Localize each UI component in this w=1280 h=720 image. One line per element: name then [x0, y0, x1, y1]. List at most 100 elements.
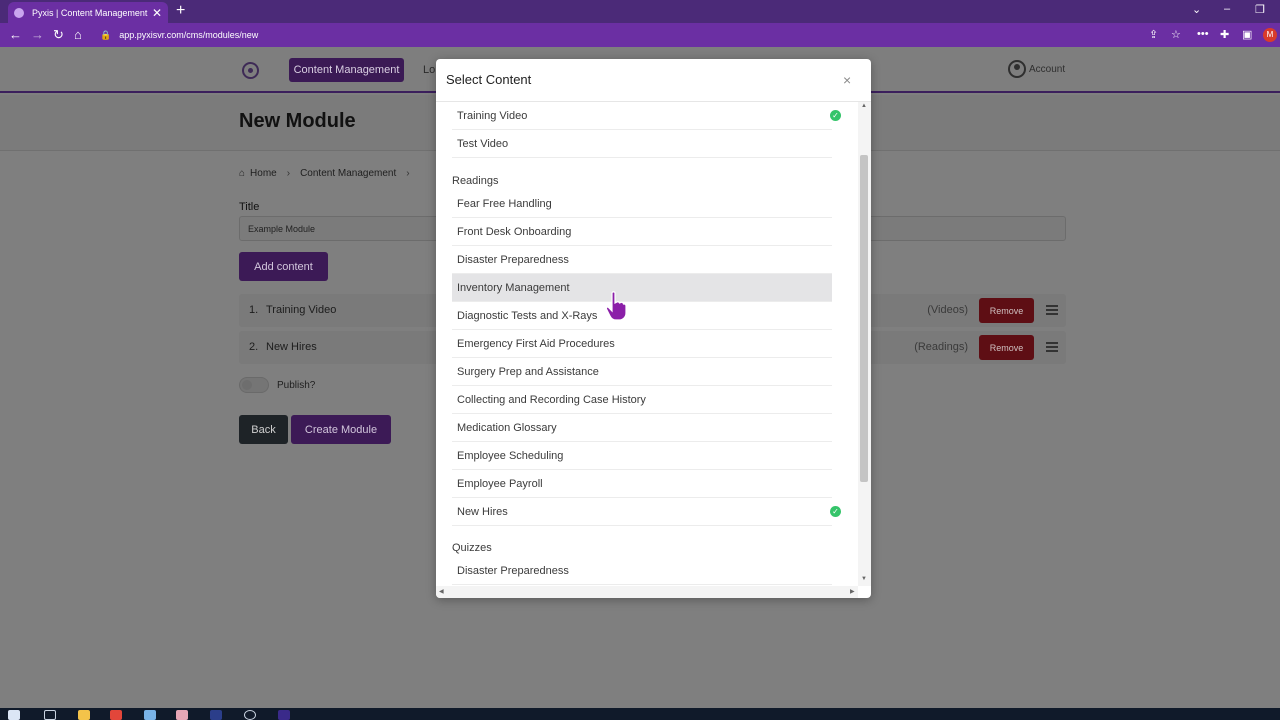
group-heading-readings: Readings — [452, 175, 499, 187]
row-type: (Videos) — [927, 304, 968, 316]
item-label: Diagnostic Tests and X-Rays — [457, 310, 598, 322]
list-item[interactable]: Front Desk Onboarding — [452, 218, 832, 246]
url-text: app.pyxisvr.com/cms/modules/new — [119, 30, 259, 40]
item-label: Inventory Management — [457, 282, 570, 294]
list-item[interactable]: Disaster Preparedness — [452, 557, 832, 585]
scroll-right-icon[interactable]: ▶ — [850, 588, 855, 595]
chevron-down-icon[interactable]: ⌄ — [1192, 3, 1201, 16]
row-name: New Hires — [266, 341, 317, 353]
new-tab-button[interactable]: + — [176, 2, 185, 20]
browser-tab-bar: Pyxis | Content Management | M ✕ + ⌄ – ❐ — [0, 0, 1280, 23]
row-number: 2. — [249, 341, 259, 353]
chrome-icon[interactable] — [110, 710, 122, 720]
home-icon: ⌂ — [239, 168, 246, 179]
check-icon: ✓ — [830, 110, 841, 121]
item-label: Fear Free Handling — [457, 198, 552, 210]
share-icon[interactable]: ⇪ — [1149, 28, 1158, 41]
app-icon[interactable] — [144, 710, 156, 720]
scroll-thumb[interactable] — [860, 155, 868, 482]
row-number: 1. — [249, 304, 259, 316]
account-icon — [1008, 60, 1026, 78]
item-label: Training Video — [457, 110, 528, 122]
list-item[interactable]: New Hires ✓ — [452, 498, 841, 526]
restore-icon[interactable]: ❐ — [1255, 3, 1265, 16]
close-tab-icon[interactable]: ✕ — [152, 6, 162, 20]
sidebar-icon[interactable]: ▣ — [1242, 28, 1252, 41]
item-label: Medication Glossary — [457, 422, 557, 434]
account-menu[interactable]: Account — [1008, 60, 1065, 78]
url-field[interactable]: 🔒 app.pyxisvr.com/cms/modules/new — [100, 27, 1132, 43]
list-item[interactable]: Medication Glossary — [452, 414, 832, 442]
row-type: (Readings) — [914, 341, 968, 353]
content-list: Training Video ✓ Test Video Readings Fea… — [436, 102, 858, 586]
item-label: Surgery Prep and Assistance — [457, 366, 599, 378]
windows-start-icon[interactable] — [8, 710, 20, 720]
minimize-icon[interactable]: – — [1224, 3, 1230, 15]
item-label: Test Video — [457, 138, 509, 150]
search-icon[interactable] — [44, 710, 56, 720]
list-item[interactable]: Emergency First Aid Procedures — [452, 330, 832, 358]
remove-button[interactable]: Remove — [979, 298, 1034, 323]
tab-title: Pyxis | Content Management | M — [32, 7, 148, 18]
profile-avatar[interactable]: M — [1263, 28, 1277, 42]
account-label: Account — [1029, 63, 1066, 75]
chevron-right-icon: › — [406, 168, 410, 179]
remove-button[interactable]: Remove — [979, 335, 1034, 360]
star-icon[interactable]: ☆ — [1171, 28, 1181, 41]
reload-icon[interactable]: ↻ — [53, 27, 64, 43]
check-icon: ✓ — [830, 506, 841, 517]
lock-icon: 🔒 — [100, 29, 112, 40]
scroll-up-icon[interactable]: ▲ — [861, 103, 867, 109]
list-item[interactable]: Inventory Management — [452, 274, 832, 302]
logo-icon[interactable] — [242, 62, 259, 79]
nav-content-management[interactable]: Content Management — [289, 58, 404, 82]
group-heading-quizzes: Quizzes — [452, 542, 492, 554]
favicon-icon — [14, 7, 24, 18]
puzzle-icon[interactable]: ✚ — [1220, 28, 1229, 41]
home-icon[interactable]: ⌂ — [74, 27, 82, 43]
page-title: New Module — [239, 110, 356, 132]
back-button[interactable]: Back — [239, 415, 288, 444]
list-item[interactable]: Employee Payroll — [452, 470, 832, 498]
list-item[interactable]: Training Video ✓ — [452, 102, 841, 130]
chevron-right-icon: › — [286, 168, 291, 179]
app-icon[interactable] — [244, 710, 256, 720]
list-item[interactable]: Collecting and Recording Case History — [452, 386, 832, 414]
add-content-button[interactable]: Add content — [239, 252, 328, 281]
title-label: Title — [239, 201, 260, 213]
item-label: New Hires — [457, 506, 508, 518]
list-item[interactable]: Diagnostic Tests and X-Rays — [452, 302, 832, 330]
nav-link[interactable]: Lo — [423, 64, 435, 76]
forward-arrow-icon[interactable]: → — [31, 27, 44, 43]
item-label: Disaster Preparedness — [457, 254, 569, 266]
list-item[interactable]: Surgery Prep and Assistance — [452, 358, 832, 386]
app-icon[interactable] — [278, 710, 290, 720]
list-item[interactable]: Employee Scheduling — [452, 442, 832, 470]
create-module-button[interactable]: Create Module — [291, 415, 391, 444]
hand-cursor-icon — [605, 291, 627, 321]
list-item[interactable]: Disaster Preparedness — [452, 246, 832, 274]
item-label: Collecting and Recording Case History — [457, 394, 646, 406]
horizontal-scrollbar[interactable]: ◀ ▶ — [436, 586, 858, 598]
close-icon[interactable]: × — [843, 72, 851, 88]
list-item[interactable]: Test Video — [452, 130, 832, 158]
breadcrumb-content-management[interactable]: Content Management — [300, 168, 396, 179]
app-icon[interactable] — [210, 710, 222, 720]
row-name: Training Video — [266, 304, 337, 316]
publish-toggle[interactable] — [239, 377, 269, 393]
address-bar: ← → ↻ ⌂ 🔒 app.pyxisvr.com/cms/modules/ne… — [0, 23, 1280, 47]
browser-tab[interactable]: Pyxis | Content Management | M ✕ — [8, 2, 168, 23]
taskbar — [0, 708, 1280, 720]
drag-handle-icon[interactable] — [1046, 305, 1058, 315]
vertical-scrollbar[interactable]: ▲ ▼ — [858, 102, 871, 586]
scroll-left-icon[interactable]: ◀ — [439, 588, 444, 595]
drag-handle-icon[interactable] — [1046, 342, 1058, 352]
scroll-down-icon[interactable]: ▼ — [861, 576, 867, 582]
back-arrow-icon[interactable]: ← — [9, 27, 22, 43]
breadcrumb-home[interactable]: Home — [250, 168, 277, 179]
modal-title: Select Content — [446, 72, 532, 87]
file-explorer-icon[interactable] — [78, 710, 90, 720]
list-item[interactable]: Fear Free Handling — [452, 190, 832, 218]
extension-dots-icon[interactable]: ••• — [1197, 28, 1209, 40]
app-icon[interactable] — [176, 710, 188, 720]
